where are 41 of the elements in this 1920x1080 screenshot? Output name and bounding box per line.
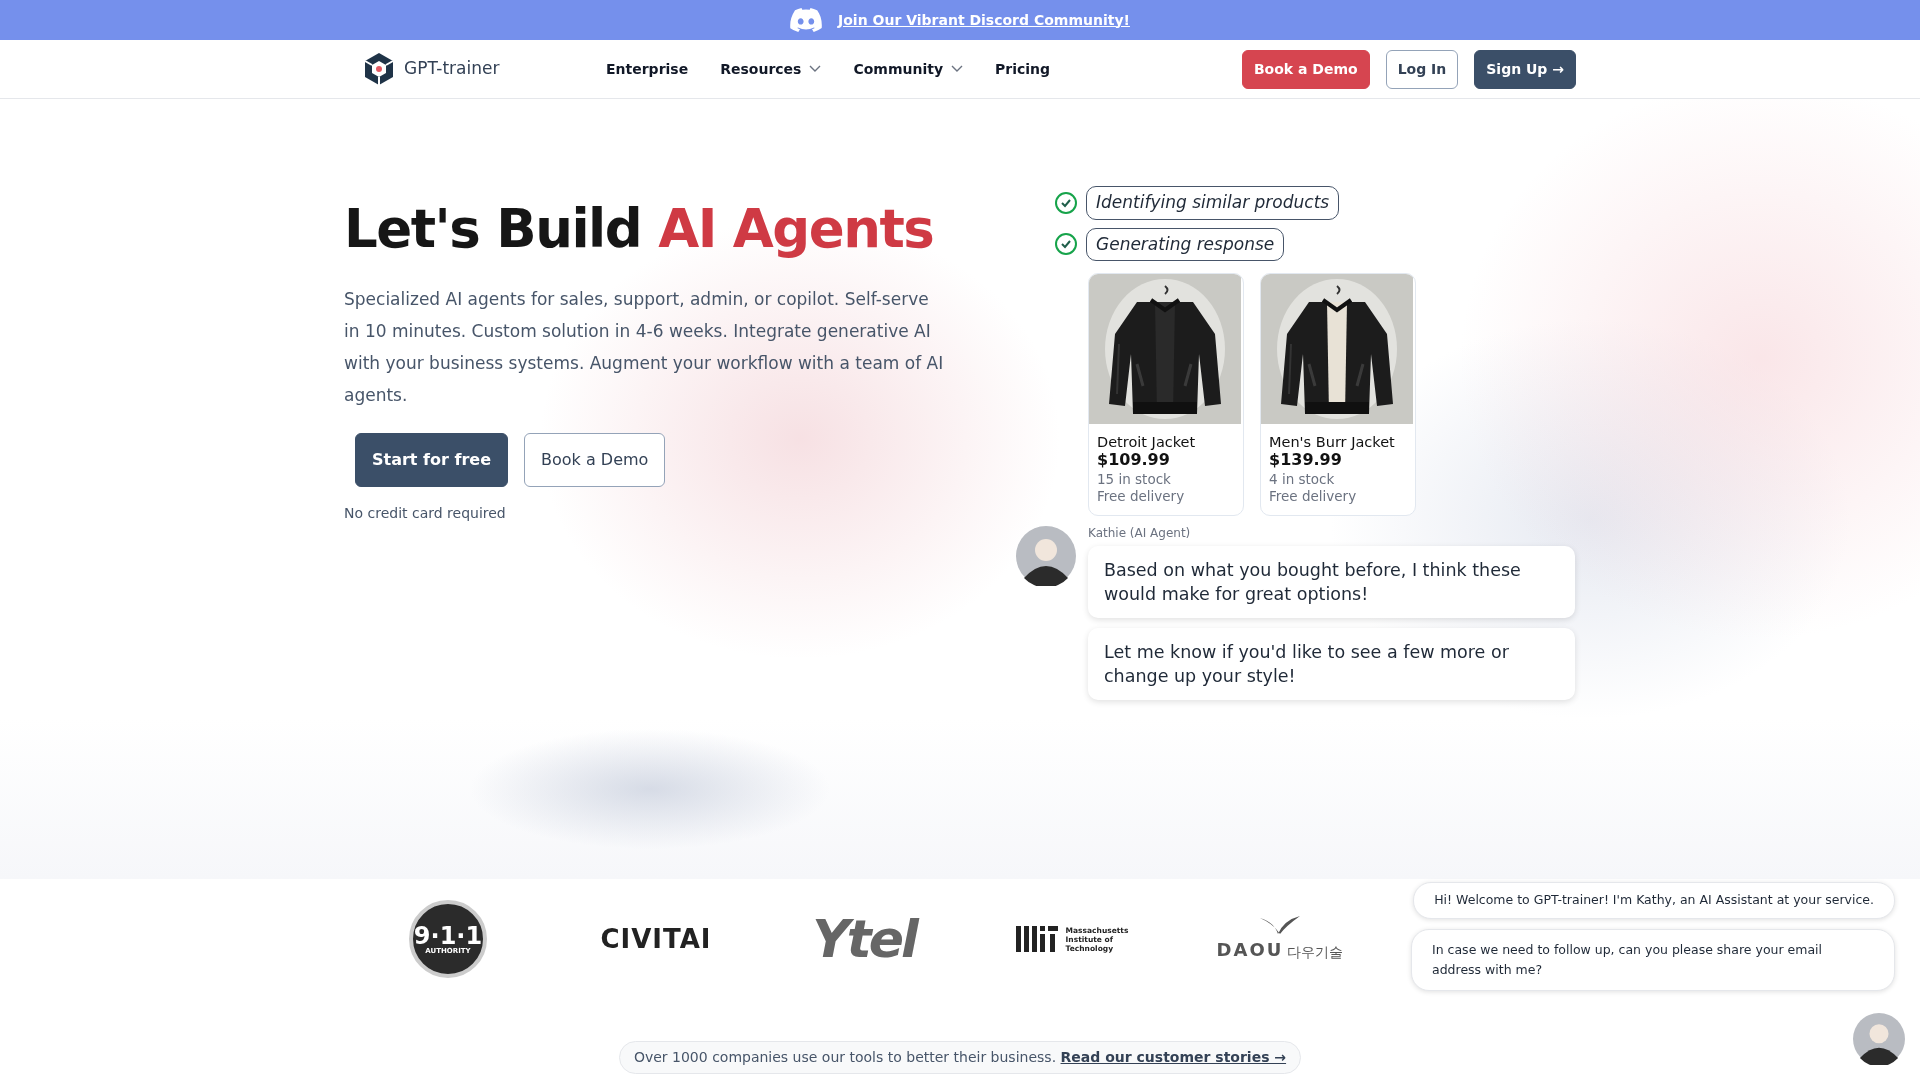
step-label: Identifying similar products bbox=[1086, 186, 1340, 220]
chat-message: Let me know if you'd like to see a few more or change up your style! bbox=[1088, 628, 1575, 700]
nav-link[interactable]: Enterprise bbox=[606, 58, 689, 80]
info-pill: Over 1000 companies use our tools to better their business. Read our customer stories → bbox=[618, 1041, 1302, 1074]
product-name: Detroit Jacket bbox=[1097, 433, 1197, 451]
discord-icon bbox=[790, 8, 823, 32]
cta-button[interactable]: Book a Demo bbox=[524, 432, 666, 487]
chat-bubble: Hi! Welcome to GPT-trainer! I'm Kathy, an AI Assistant at your service. bbox=[1413, 882, 1895, 919]
nav-link[interactable]: Community bbox=[853, 58, 964, 80]
hero-title: Let's Build AI Agents bbox=[344, 197, 935, 261]
logo-icon bbox=[362, 52, 396, 86]
note-text: No credit card required bbox=[344, 503, 507, 523]
ytel-logo: Ytel bbox=[812, 908, 916, 971]
brand-name: GPT-trainer bbox=[404, 57, 500, 81]
stock-text: 15 in stock bbox=[1097, 471, 1172, 488]
nav-link[interactable]: Pricing bbox=[995, 58, 1051, 80]
agent-name: Kathie (AI Agent) bbox=[1088, 525, 1192, 542]
chevron-down-icon bbox=[951, 65, 964, 73]
step-label: Generating response bbox=[1086, 227, 1285, 261]
cta-button[interactable]: Start for free bbox=[355, 432, 509, 487]
nav-link[interactable]: Resources bbox=[720, 58, 822, 80]
stock-text: 4 in stock bbox=[1269, 471, 1336, 488]
product-card[interactable]: Men's Burr Jacket $139.99 4 in stock Free delivery bbox=[1260, 273, 1416, 516]
stories-link[interactable]: Read our customer stories → bbox=[1060, 1049, 1287, 1065]
product-price: $109.99 bbox=[1097, 451, 1171, 469]
chat-avatar[interactable] bbox=[1853, 1013, 1905, 1065]
daou-logo: DAOU 다우기술 bbox=[1216, 915, 1344, 963]
nav-button[interactable]: Log In bbox=[1385, 49, 1459, 89]
delivery-text: Free delivery bbox=[1097, 488, 1186, 505]
product-price: $139.99 bbox=[1269, 451, 1343, 469]
avatar bbox=[1016, 526, 1076, 586]
product-card[interactable]: Detroit Jacket $109.99 15 in stock Free delivery bbox=[1088, 273, 1244, 516]
product-name: Men's Burr Jacket bbox=[1269, 433, 1396, 451]
chat-bubble: In case we need to follow up, can you please share your email address with me? bbox=[1411, 928, 1895, 991]
chevron-down-icon bbox=[809, 65, 822, 73]
nav-button[interactable]: Book a Demo bbox=[1241, 49, 1370, 89]
chat-message: Based on what you bought before, I think these would make for great options! bbox=[1088, 546, 1575, 618]
nav-button[interactable]: Sign Up → bbox=[1474, 49, 1576, 89]
hero-description: Specialized AI agents for sales, support, admin, or copilot. Self-serve in 10 minutes. Custom solution in 4-6 weeks. Integrate generative AI with your business systems. Augment your workflow with a team of AI agents. bbox=[344, 287, 944, 407]
civitai-logo: CIVITAI bbox=[600, 922, 712, 956]
delivery-text: Free delivery bbox=[1269, 488, 1358, 505]
